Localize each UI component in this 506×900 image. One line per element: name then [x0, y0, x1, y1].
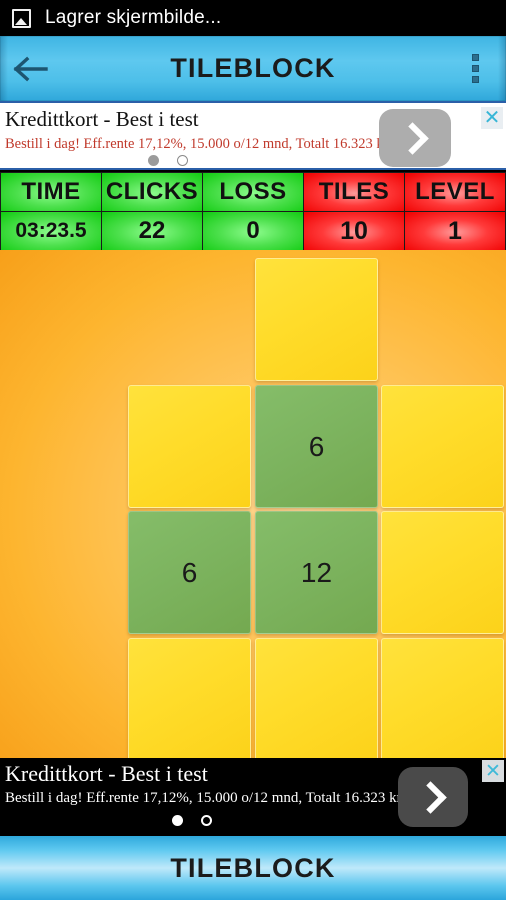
- stats-header-time: TIME: [0, 172, 102, 212]
- ad-bottom-carousel-dots: [172, 815, 212, 826]
- ad-top-title: Kredittkort - Best i test: [5, 107, 199, 131]
- footer-title: TILEBLOCK: [170, 852, 336, 883]
- back-button[interactable]: [0, 36, 62, 101]
- tile-r2-c2[interactable]: [381, 511, 504, 634]
- stats-value-level: 1: [404, 211, 506, 251]
- stats-header-level: LEVEL: [404, 172, 506, 212]
- tile-r3-c0[interactable]: [128, 638, 251, 758]
- tile-r3-c1[interactable]: [255, 638, 378, 758]
- tile-r0-c1[interactable]: [255, 258, 378, 381]
- stats-table: TIME CLICKS LOSS TILES LEVEL 03:23.5 22 …: [0, 172, 506, 251]
- stats-header-row: TIME CLICKS LOSS TILES LEVEL: [0, 172, 506, 212]
- overflow-dot: [471, 54, 479, 61]
- tile-r1-c0[interactable]: [128, 385, 251, 508]
- carousel-dot-active[interactable]: [148, 155, 159, 166]
- ad-banner-top[interactable]: Kredittkort - Best i test Bestill i dag!…: [0, 101, 506, 170]
- status-bar: Lagrer skjermbilde...: [0, 0, 506, 36]
- ad-top-carousel-dots: [148, 155, 188, 166]
- game-board[interactable]: 6 6 12: [0, 250, 506, 758]
- tile-value: 12: [300, 556, 333, 588]
- ad-top-subtitle: Bestill i dag! Eff.rente 17,12%, 15.000 …: [5, 136, 389, 152]
- stats-header-tiles: TILES: [303, 172, 405, 212]
- chevron-right-icon: [414, 780, 447, 814]
- stats-header-loss: LOSS: [202, 172, 304, 212]
- ad-bottom-close-button[interactable]: ✕: [482, 760, 504, 782]
- stats-header-clicks: CLICKS: [101, 172, 203, 212]
- overflow-dot: [471, 76, 479, 83]
- chevron-right-icon: [396, 121, 429, 155]
- stats-value-loss: 0: [202, 211, 304, 251]
- carousel-dot[interactable]: [201, 815, 212, 826]
- stats-value-row: 03:23.5 22 0 10 1: [0, 211, 506, 251]
- footer-bar[interactable]: TILEBLOCK: [0, 836, 506, 900]
- stats-value-clicks: 22: [101, 211, 203, 251]
- tile-r2-c1[interactable]: 12: [255, 511, 378, 634]
- tile-r3-c2[interactable]: [381, 638, 504, 758]
- back-arrow-icon: [13, 56, 48, 81]
- overflow-dot: [471, 65, 479, 72]
- app-screen: Lagrer skjermbilde... TILEBLOCK Kredittk…: [0, 0, 506, 900]
- app-bar: TILEBLOCK: [0, 36, 506, 101]
- page-title: TILEBLOCK: [170, 53, 336, 83]
- tile-r1-c1[interactable]: 6: [255, 385, 378, 508]
- carousel-dot-active[interactable]: [172, 815, 183, 826]
- status-bar-text: Lagrer skjermbilde...: [45, 7, 222, 28]
- ad-banner-bottom[interactable]: Kredittkort - Best i test Bestill i dag!…: [0, 758, 506, 836]
- image-icon: [12, 8, 31, 28]
- carousel-dot[interactable]: [177, 155, 188, 166]
- stats-value-tiles: 10: [303, 211, 405, 251]
- tile-r1-c2[interactable]: [381, 385, 504, 508]
- tile-r2-c0[interactable]: 6: [128, 511, 251, 634]
- ad-bottom-subtitle: Bestill i dag! Eff.rente 17,12%, 15.000 …: [5, 790, 402, 806]
- ad-bottom-cta-button[interactable]: [398, 767, 468, 827]
- ad-bottom-title: Kredittkort - Best i test: [5, 761, 208, 786]
- tile-value: 6: [181, 556, 198, 588]
- tile-value: 6: [308, 430, 325, 462]
- stats-value-time: 03:23.5: [0, 211, 102, 251]
- overflow-menu-icon[interactable]: [444, 36, 506, 101]
- ad-top-cta-button[interactable]: [379, 109, 451, 167]
- ad-top-close-button[interactable]: ✕: [481, 107, 503, 129]
